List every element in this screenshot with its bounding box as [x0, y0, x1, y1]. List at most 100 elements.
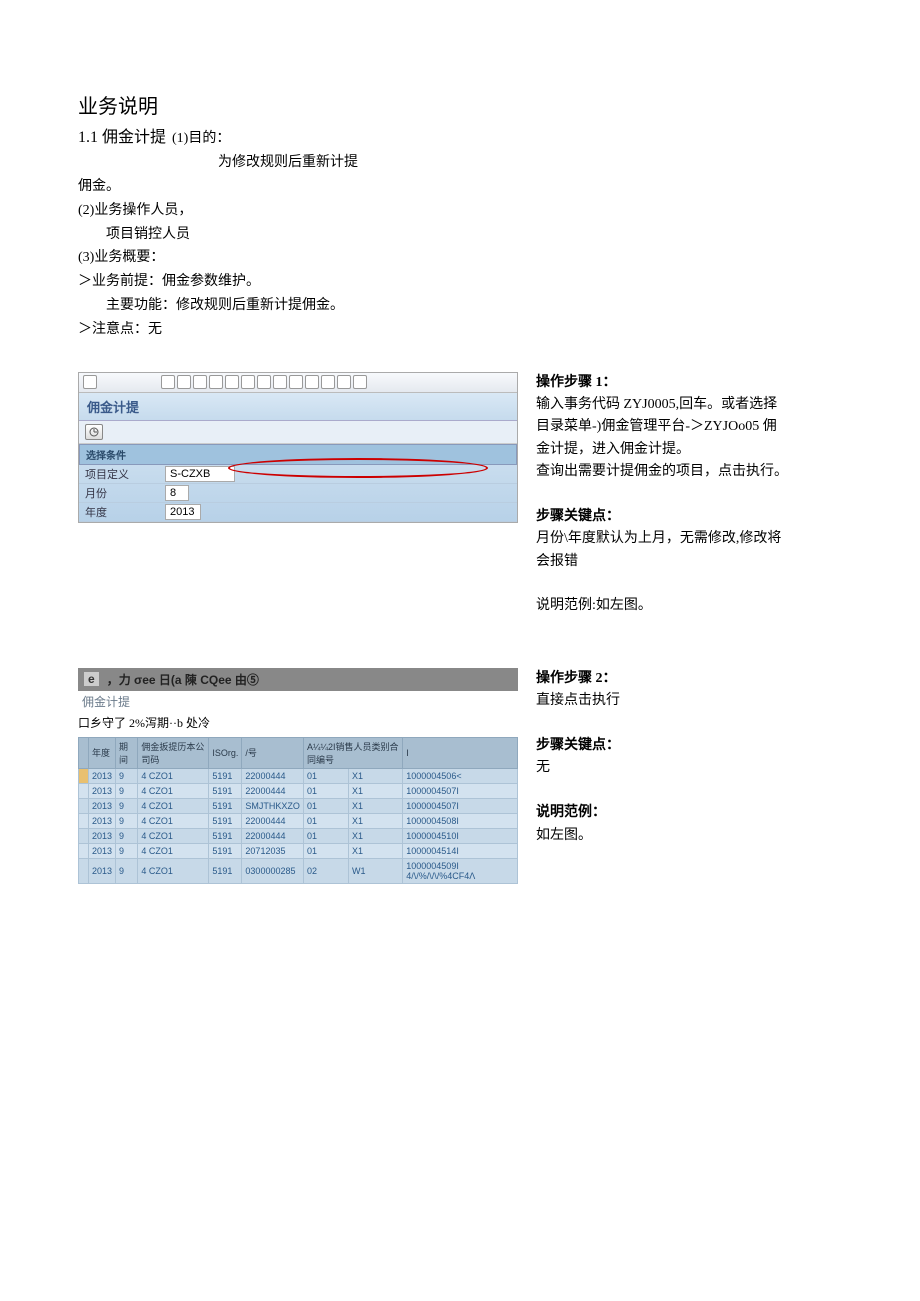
- cell-rest: 4 CZO1: [138, 813, 209, 828]
- s2-subtitle: 口乡守了 2%泻期··b 处冷: [78, 712, 518, 737]
- step2-line1: 直接点击执行: [536, 690, 842, 712]
- exit-icon[interactable]: [193, 375, 207, 389]
- project-def-value[interactable]: S-CZXB: [165, 466, 235, 482]
- step1-key-title: 步骤关键点：: [536, 506, 842, 528]
- cell-cls: X1: [348, 843, 402, 858]
- last-icon[interactable]: [321, 375, 335, 389]
- th-iso: ISOrg.: [209, 737, 242, 768]
- business-desc-heading: 业务说明: [78, 90, 158, 124]
- execute-button[interactable]: [85, 424, 103, 440]
- s2-toolbar: e ，力 σee 日(a 陳 CQee 由⑤: [78, 668, 518, 691]
- step1-line4: 查询出需要计提佣金的项目，点击执行。: [536, 461, 842, 483]
- cell-period: 9: [116, 798, 138, 813]
- cell-no: 20712035: [242, 843, 304, 858]
- cell-rest: 4 CZO1: [138, 858, 209, 883]
- cell-iso: 5191: [209, 858, 242, 883]
- step2-title: 操作步骤 2：: [536, 668, 842, 690]
- cell-no: 22000444: [242, 828, 304, 843]
- cell-ctr: 1000004508I: [403, 813, 518, 828]
- cell-c: 01: [303, 768, 348, 783]
- table-row[interactable]: 201394 CZO15191SMJTHKXZO01X11000004507I: [79, 798, 518, 813]
- cell-year: 2013: [89, 843, 116, 858]
- purpose-label: (1)目的：: [172, 127, 230, 151]
- data-table: 年度 期间 佣金扳提历本公司码 ISOrg. /号 A¼¼2I销售人员类别合同编…: [78, 737, 518, 884]
- note-text: ＞注意点：无: [78, 318, 842, 342]
- step2-ex-title: 说明范例：: [536, 802, 842, 824]
- main-func-text: 主要功能：修改规则后重新计提佣金。: [106, 294, 842, 318]
- cell-no: SMJTHKXZO: [242, 798, 304, 813]
- table-row[interactable]: 201394 CZO151912200044401X11000004506<: [79, 768, 518, 783]
- cell-c: 01: [303, 828, 348, 843]
- layout-icon[interactable]: [353, 375, 367, 389]
- cell-year: 2013: [89, 858, 116, 883]
- print-icon[interactable]: [225, 375, 239, 389]
- table-row[interactable]: 201394 CZO15191030000028502W11000004509I…: [79, 858, 518, 883]
- commission-end: 佣金。: [78, 175, 842, 199]
- th-sales: A¼¼2I销售人员类别合同编号: [303, 737, 402, 768]
- step1-sidetext: 操作步骤 1： 输入事务代码 ZYJ0005,回车。或者选择 目录菜单-)佣金管…: [536, 372, 842, 618]
- cell-year: 2013: [89, 783, 116, 798]
- step2-row: e ，力 σee 日(a 陳 CQee 由⑤ 佣金计提 口乡守了 2%泻期··b…: [78, 668, 842, 884]
- cell-iso: 5191: [209, 828, 242, 843]
- step1-line2: 目录菜单-)佣金管理平台-＞ZYJOo05 佣: [536, 416, 842, 438]
- table-body: 201394 CZO151912200044401X11000004506<20…: [79, 768, 518, 883]
- cell-iso: 5191: [209, 813, 242, 828]
- step1-example: 说明范例:如左图。: [536, 595, 842, 617]
- sap-window-title: 佣金计提: [79, 393, 517, 421]
- findnext-icon[interactable]: [257, 375, 271, 389]
- operators-label: (2)业务操作人员，: [78, 199, 842, 223]
- month-value[interactable]: 8: [165, 485, 189, 501]
- step1-line3: 金计提，进入佣金计提。: [536, 439, 842, 461]
- help-icon[interactable]: [337, 375, 351, 389]
- step2-sidetext: 操作步骤 2： 直接点击执行 步骤关键点： 无 说明范例： 如左图。: [536, 668, 842, 847]
- cell-period: 9: [116, 858, 138, 883]
- th-year: 年度: [89, 737, 116, 768]
- cell-no: 0300000285: [242, 858, 304, 883]
- cell-iso: 5191: [209, 768, 242, 783]
- table-row[interactable]: 201394 CZO151912200044401X11000004507I: [79, 783, 518, 798]
- step2-key-title: 步骤关键点：: [536, 735, 842, 757]
- check-icon[interactable]: [83, 375, 97, 389]
- cell-ctr: 1000004506<: [403, 768, 518, 783]
- pre-text: ＞业务前提：佣金参数维护。: [78, 270, 842, 294]
- step1-row: 佣金计提 选择条件 项目定义 S-CZXB 月份 8 年度 2013: [78, 372, 842, 618]
- cell-period: 9: [116, 783, 138, 798]
- save-icon[interactable]: [161, 375, 175, 389]
- back-icon[interactable]: [177, 375, 191, 389]
- cell-year: 2013: [89, 768, 116, 783]
- cancel-icon[interactable]: [209, 375, 223, 389]
- cell-rest: 4 CZO1: [138, 798, 209, 813]
- prev-icon[interactable]: [289, 375, 303, 389]
- cell-ctr: 1000004507I: [403, 783, 518, 798]
- year-label: 年度: [85, 504, 165, 520]
- month-label: 月份: [85, 485, 165, 501]
- th-no: /号: [242, 737, 304, 768]
- find-icon[interactable]: [241, 375, 255, 389]
- cell-c: 01: [303, 783, 348, 798]
- s2-title: 佣金计提: [78, 691, 518, 712]
- cell-ctr: 1000004514I: [403, 843, 518, 858]
- project-def-label: 项目定义: [85, 466, 165, 482]
- step2-key1: 无: [536, 757, 842, 779]
- cell-no: 22000444: [242, 783, 304, 798]
- cell-rest: 4 CZO1: [138, 843, 209, 858]
- cell-c: 02: [303, 858, 348, 883]
- cell-rest: 4 CZO1: [138, 768, 209, 783]
- year-value[interactable]: 2013: [165, 504, 201, 520]
- table-row[interactable]: 201394 CZO151912200044401X11000004510I: [79, 828, 518, 843]
- next-icon[interactable]: [305, 375, 319, 389]
- table-row[interactable]: 201394 CZO151912071203501X11000004514I: [79, 843, 518, 858]
- cell-ctr: 1000004510I: [403, 828, 518, 843]
- cell-iso: 5191: [209, 843, 242, 858]
- first-icon[interactable]: [273, 375, 287, 389]
- cell-period: 9: [116, 768, 138, 783]
- intro-block: 业务说明 1.1 佣金计提 (1)目的： 为修改规则后重新计提 佣金。 (2)业…: [78, 90, 842, 342]
- step2-ex1: 如左图。: [536, 825, 842, 847]
- cell-cls: X1: [348, 798, 402, 813]
- step1-key1: 月份\年度默认为上月，无需修改,修改将: [536, 528, 842, 550]
- cell-cls: X1: [348, 828, 402, 843]
- cell-year: 2013: [89, 813, 116, 828]
- table-row[interactable]: 201394 CZO151912200044401X11000004508I: [79, 813, 518, 828]
- sap-toolbar: [79, 373, 517, 393]
- section-heading: 1.1 佣金计提: [78, 124, 166, 151]
